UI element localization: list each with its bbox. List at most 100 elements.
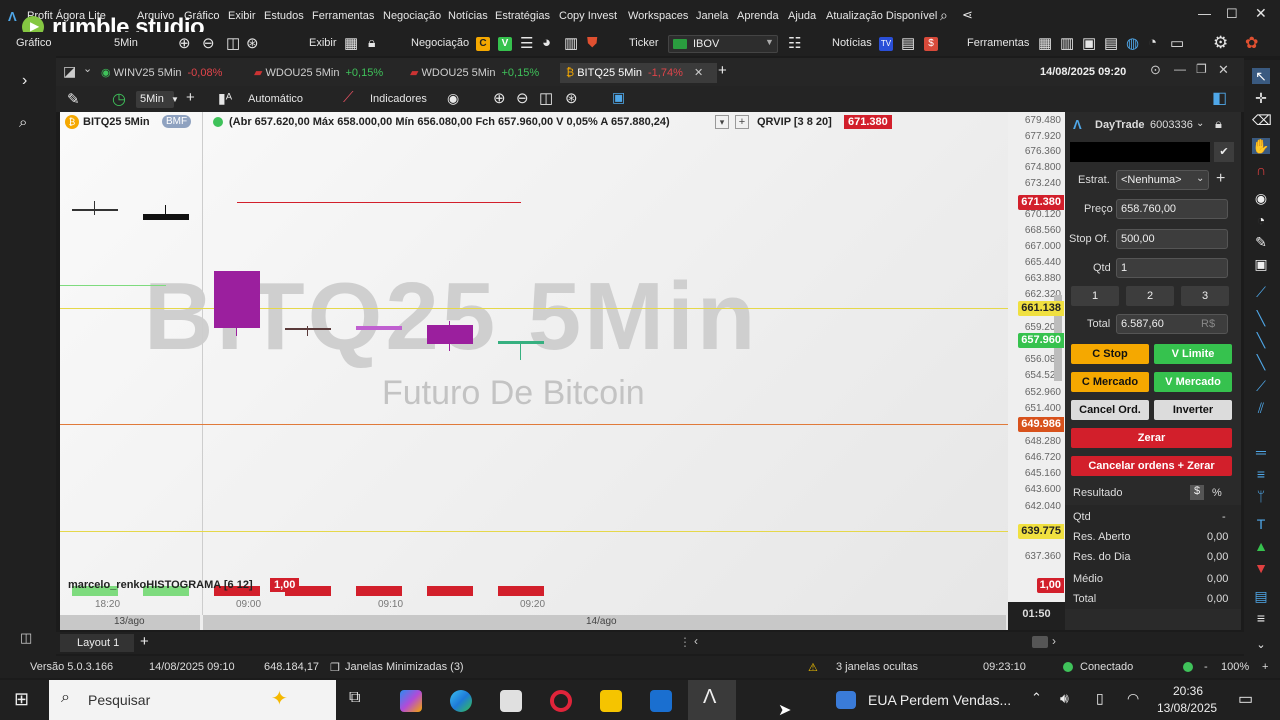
orderlist-icon[interactable]: ☰ [520, 34, 533, 52]
estrat-dropdown-icon[interactable]: ⌄ [1196, 173, 1204, 184]
tool-chart-icon[interactable]: ▥ [1060, 34, 1074, 52]
layout-grid-icon[interactable]: ▦ [344, 34, 358, 52]
eraser-icon[interactable]: ⌫ [1252, 112, 1272, 128]
minimized-windows[interactable]: Janelas Minimizadas (3) [345, 661, 464, 673]
windows-start-icon[interactable]: ⊞ [14, 689, 29, 710]
ruler-icon[interactable]: ▤ [1252, 588, 1270, 604]
c-mercado-button[interactable]: C Mercado [1071, 372, 1149, 392]
news-headline[interactable]: EUA Perdem Vendas... [868, 692, 1011, 708]
scale-mode-icon[interactable]: ▮ᴬ [218, 90, 232, 107]
cancelar-zerar-button[interactable]: Cancelar ordens + Zerar [1071, 456, 1232, 476]
tool-monitor-icon[interactable]: ▭ [1170, 34, 1184, 52]
zoom-fit-icon[interactable]: ◫ [539, 89, 553, 107]
pencil-icon[interactable]: ✎ [67, 90, 80, 108]
menu-ferramentas[interactable]: Ferramentas [312, 10, 374, 22]
fibonacci-icon[interactable]: ≡ [1252, 466, 1270, 482]
task-view-icon[interactable]: ⧉ [349, 689, 360, 707]
dropdown-icon[interactable]: ▼ [171, 95, 179, 104]
menu-exibir[interactable]: Exibir [228, 10, 256, 22]
menu-ajuda[interactable]: Ajuda [788, 10, 816, 22]
zoom-reset-icon[interactable]: ⊛ [565, 89, 578, 107]
quick-qty-3[interactable]: 3 [1181, 286, 1229, 306]
tab-winv25[interactable]: ◉ WINV25 5Min -0,08% [95, 63, 228, 83]
more-options-icon[interactable]: ⊙ [1150, 62, 1161, 78]
cancel-ord-button[interactable]: Cancel Ord. [1071, 400, 1149, 420]
text-tool-icon[interactable]: T [1252, 516, 1270, 532]
eye-icon[interactable]: ◉ [447, 90, 459, 107]
visibility-icon[interactable]: ◉ [1252, 190, 1270, 206]
window-restore-icon[interactable]: ❐ [1196, 62, 1207, 76]
drag-handle-icon[interactable]: ⋮ [679, 635, 691, 649]
minimize-icon[interactable]: — [1198, 6, 1211, 21]
panel-layout-icon[interactable]: ◧ [1212, 88, 1227, 108]
shield-icon[interactable]: ⛊ [587, 34, 598, 51]
add-layout-icon[interactable]: + [140, 633, 149, 650]
screenshot-icon[interactable]: ▣ [612, 89, 625, 106]
zoom-plus-icon[interactable]: + [1262, 661, 1268, 673]
percent-toggle-icon[interactable]: % [1212, 487, 1222, 499]
quick-qty-2[interactable]: 2 [1126, 286, 1174, 306]
menu-lines-icon[interactable]: ≡ [1252, 610, 1270, 626]
preco-input[interactable]: 658.760,00 [1116, 199, 1228, 219]
file-explorer-icon[interactable] [600, 690, 622, 712]
zoom-reset-icon[interactable]: ⊛ [246, 34, 259, 52]
panel-toggle-icon[interactable]: ◫ [20, 630, 32, 646]
dollar-icon[interactable]: $ [924, 37, 938, 51]
scale-mode-label[interactable]: Automático [248, 93, 303, 105]
menu-update-available[interactable]: Atualização Disponível [826, 10, 937, 22]
v-mercado-button[interactable]: V Mercado [1154, 372, 1232, 392]
channel-icon[interactable]: ⟋ [1252, 378, 1270, 394]
layout-tab[interactable]: Layout 1 [60, 634, 134, 652]
noticias-label[interactable]: Notícias [832, 37, 872, 49]
account-name-field[interactable] [1070, 142, 1210, 162]
line-icon[interactable]: ╲ [1252, 310, 1270, 326]
window-minimize-icon[interactable]: — [1174, 62, 1186, 76]
negociacao-label[interactable]: Negociação [411, 37, 469, 49]
timeframe-label[interactable]: 5Min [114, 37, 138, 49]
zoom-out-icon[interactable]: ⊖ [202, 34, 215, 52]
indicators-label[interactable]: Indicadores [370, 93, 427, 105]
scroll-right-icon[interactable]: › [1052, 634, 1056, 648]
collapse-icon[interactable]: ⌄ [83, 62, 92, 75]
add-icon[interactable]: + [186, 89, 195, 106]
trendline-icon[interactable]: ╲ [1252, 354, 1270, 370]
menu-negociacao[interactable]: Negociação [383, 10, 441, 22]
minimized-windows-icon[interactable]: ❐ [330, 661, 340, 674]
ferramentas-label[interactable]: Ferramentas [967, 37, 1029, 49]
timeframe-select[interactable]: 5Min [136, 91, 174, 108]
window-close-icon[interactable]: ✕ [1218, 62, 1229, 78]
lock-icon[interactable]: 🔒︎ [368, 34, 375, 51]
clock-icon[interactable]: ◷ [112, 89, 126, 109]
timer-icon[interactable]: ◔ [1252, 212, 1270, 228]
buy-c-badge[interactable]: C [476, 37, 490, 51]
tray-chevron-icon[interactable]: ⌃ [1031, 690, 1042, 706]
scroll-thumb[interactable] [1032, 636, 1048, 648]
scroll-left-icon[interactable]: ‹ [694, 634, 698, 648]
indicators-icon[interactable]: ⟋ [343, 89, 354, 106]
menu-noticias[interactable]: Notícias [448, 10, 488, 22]
tool-grid-icon[interactable]: ▦ [1038, 34, 1052, 52]
brush-icon[interactable]: ⟋ [1252, 284, 1270, 300]
estrat-add-icon[interactable]: + [1216, 170, 1225, 188]
zoom-minus-icon[interactable]: - [1204, 661, 1208, 673]
header-dropdown-icon[interactable]: ▾ [715, 115, 729, 129]
account-dropdown-icon[interactable]: ⌄ [1196, 118, 1204, 129]
sell-v-badge[interactable]: V [498, 37, 512, 51]
news-icon[interactable] [836, 691, 856, 709]
qtd-input[interactable]: 1 [1116, 258, 1228, 278]
quick-qty-1[interactable]: 1 [1071, 286, 1119, 306]
add-tab-icon[interactable]: + [718, 62, 727, 79]
opera-icon[interactable] [550, 690, 572, 712]
battery-icon[interactable]: ▯ [1096, 690, 1104, 707]
copilot-icon[interactable] [400, 690, 422, 712]
panel-lock-icon[interactable]: 🔒︎ [1215, 116, 1222, 132]
menu-aprenda[interactable]: Aprenda [737, 10, 779, 22]
c-stop-button[interactable]: C Stop [1071, 344, 1149, 364]
ticker-select[interactable]: IBOV ▼ [668, 35, 778, 53]
hline-icon[interactable]: ═ [1252, 444, 1270, 460]
expand-chevron-icon[interactable]: › [22, 72, 27, 90]
outlook-icon[interactable] [650, 690, 672, 712]
menu-estrategias[interactable]: Estratégias [495, 10, 550, 22]
zerar-button[interactable]: Zerar [1071, 428, 1232, 448]
magnet-icon[interactable]: ∩ [1252, 162, 1270, 178]
